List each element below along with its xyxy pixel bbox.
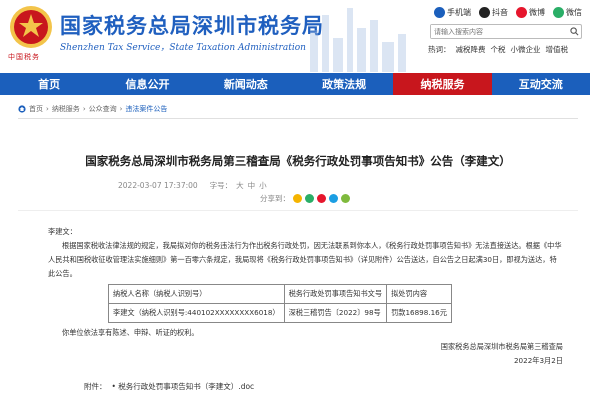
hot-word[interactable]: 个税 (491, 44, 506, 55)
brand-tagline: 中国税务 (8, 53, 40, 61)
salutation: 李建文： (48, 227, 77, 236)
search-button[interactable] (567, 25, 581, 38)
nav-policies[interactable]: 政策法规 (295, 73, 393, 95)
attachments: 附件： • 税务行政处罚事项告知书（李建文）.doc (84, 381, 254, 392)
table-header: 拟处罚内容 (386, 284, 452, 304)
table-header: 纳税人名称（纳税人识别号） (108, 284, 285, 304)
article-meta: 2022-03-07 17:37:00 字号： 大 中 小 (118, 180, 267, 191)
font-size-controls: 字号： 大 中 小 (210, 180, 267, 191)
breadcrumb-current[interactable]: 违法案件公告 (125, 104, 167, 114)
font-size-large[interactable]: 大 (236, 180, 244, 191)
search-box (430, 24, 582, 39)
share-qzone-icon[interactable] (293, 194, 302, 203)
hot-words: 热词： 减税降费 个税 小微企业 增值税 (428, 44, 568, 55)
share-wechat-icon[interactable] (305, 194, 314, 203)
paragraph-notice: 根据国家税收法律法规的规定，我局拟对你的税务违法行为作出税务行政处罚，因无法联系… (48, 241, 562, 278)
article-date: 2022-03-07 17:37:00 (118, 181, 198, 190)
share-more-icon[interactable] (341, 194, 350, 203)
mobile-icon (434, 7, 445, 18)
search-icon (569, 27, 578, 36)
font-size-medium[interactable]: 中 (248, 180, 256, 191)
breadcrumb-separator: › (82, 105, 86, 113)
tax-emblem-logo[interactable] (8, 4, 54, 50)
share-qq-icon[interactable] (329, 194, 338, 203)
weibo-icon (516, 7, 527, 18)
breadcrumb-separator: › (119, 105, 123, 113)
quick-links: 手机端 抖音 微博 微信 (434, 7, 582, 18)
share-bar: 分享到： (260, 193, 350, 204)
breadcrumb-tax-service[interactable]: 纳税服务 (52, 104, 80, 114)
signature: 国家税务总局深圳市税务局第三稽查局 (440, 342, 563, 351)
hot-words-label: 热词： (428, 45, 451, 54)
table-cell: 罚款16898.16元 (386, 303, 452, 323)
table-cell: 深税三稽罚告〔2022〕98号 (283, 303, 388, 323)
wechat-icon (553, 7, 564, 18)
breadcrumb-home[interactable]: 首页 (29, 104, 43, 114)
search-input[interactable] (431, 25, 567, 38)
nav-news[interactable]: 新闻动态 (197, 73, 295, 95)
table-header-row: 纳税人名称（纳税人识别号） 税务行政处罚事项告知书文号 拟处罚内容 (108, 284, 452, 304)
divider (18, 118, 578, 119)
home-icon (18, 105, 26, 113)
article-title: 国家税务总局深圳市税务局第三稽查局《税务行政处罚事项告知书》公告（李建文） (85, 154, 511, 168)
article-body: 李建文： 根据国家税收法律法规的规定，我局拟对你的税务违法行为作出税务行政处罚，… (48, 225, 563, 368)
breadcrumb-public-query[interactable]: 公众查询 (89, 104, 117, 114)
table-cell: 李建文（纳税人识别号:440102XXXXXXXX6018） (108, 303, 285, 323)
font-size-label: 字号： (209, 181, 233, 190)
paragraph-rights: 你单位依法享有陈述、申辩、听证的权利。 (62, 328, 199, 337)
hot-word[interactable]: 减税降费 (456, 44, 486, 55)
penalty-table: 纳税人名称（纳税人识别号） 税务行政处罚事项告知书文号 拟处罚内容 李建文（纳税… (108, 284, 452, 323)
attachment-label: 附件： (84, 382, 107, 391)
douyin-icon (479, 7, 490, 18)
quick-link-weibo[interactable]: 微博 (516, 7, 545, 18)
city-skyline-decoration (310, 8, 406, 72)
quick-link-douyin[interactable]: 抖音 (479, 7, 508, 18)
site-header: 中国税务 国家税务总局深圳市税务局 Shenzhen Tax Service，S… (0, 0, 590, 72)
nav-interaction[interactable]: 互动交流 (492, 73, 590, 95)
hot-word[interactable]: 小微企业 (511, 44, 541, 55)
nav-home[interactable]: 首页 (0, 73, 98, 95)
sign-date: 2022年3月2日 (513, 356, 563, 365)
attachment-link[interactable]: • 税务行政处罚事项告知书（李建文）.doc (112, 381, 255, 392)
hot-word[interactable]: 增值税 (546, 44, 569, 55)
quick-link-mobile[interactable]: 手机端 (434, 7, 471, 18)
site-title[interactable]: 国家税务总局深圳市税务局 (60, 10, 324, 40)
breadcrumb: 首页 › 纳税服务 › 公众查询 › 违法案件公告 (18, 104, 167, 114)
table-header: 税务行政处罚事项告知书文号 (283, 284, 388, 304)
font-size-small[interactable]: 小 (259, 180, 267, 191)
table-row: 李建文（纳税人识别号:440102XXXXXXXX6018） 深税三稽罚告〔20… (108, 303, 452, 323)
nav-tax-service[interactable]: 纳税服务 (393, 73, 492, 95)
main-nav: 首页 信息公开 新闻动态 政策法规 纳税服务 互动交流 (0, 73, 590, 95)
site-subtitle: Shenzhen Tax Service，State Taxation Admi… (60, 43, 306, 53)
divider (18, 210, 578, 211)
breadcrumb-separator: › (46, 105, 49, 113)
share-weibo-icon[interactable] (317, 194, 326, 203)
share-label: 分享到： (260, 194, 290, 203)
nav-info-disclosure[interactable]: 信息公开 (98, 73, 196, 95)
quick-link-wechat[interactable]: 微信 (553, 7, 582, 18)
